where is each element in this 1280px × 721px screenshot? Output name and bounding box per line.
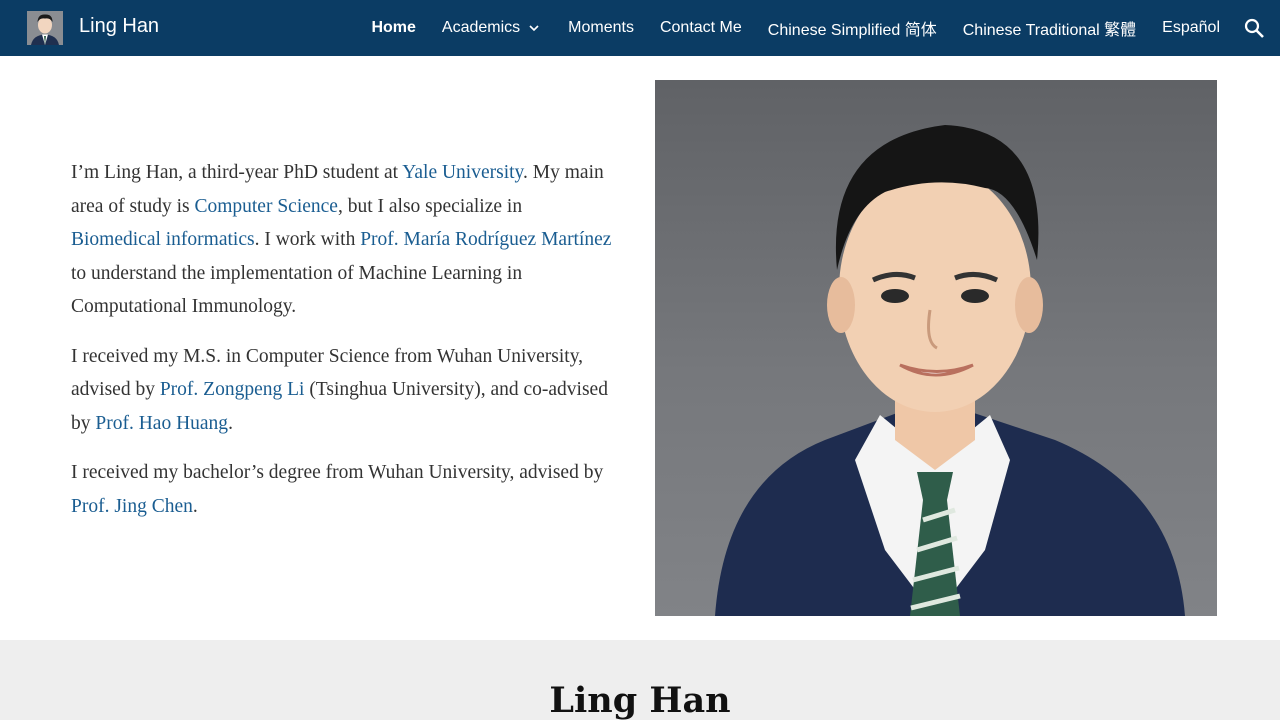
nav-contact-me-label: Contact Me: [659, 19, 742, 36]
intro-text: I received my bachelor’s degree from Wuh…: [71, 462, 604, 483]
nav-contact-me[interactable]: Contact Me: [660, 19, 742, 37]
link-prof-zongpeng-li[interactable]: Prof. Zongpeng Li: [160, 379, 305, 400]
nav-chinese-simplified[interactable]: Chinese Simplified 简体: [768, 16, 937, 40]
profile-photo: [655, 80, 1217, 616]
intro-paragraph-1: I’m Ling Han, a third-year PhD student a…: [71, 156, 616, 324]
nav-moments[interactable]: Moments: [568, 19, 634, 37]
intro-text: , but I also specialize in: [337, 195, 523, 217]
nav-espanol-label: Español: [1162, 19, 1220, 36]
nav-chinese-simplified-label: Chinese Simplified 简体: [767, 22, 937, 39]
main-nav: Home Academics Moments Contact Me Chines…: [345, 0, 1220, 56]
footer-title: Ling Han: [549, 680, 731, 721]
link-prof-maria-rodriguez-martinez[interactable]: Prof. María Rodríguez Martínez: [360, 229, 611, 250]
nav-chinese-traditional[interactable]: Chinese Traditional 繁體: [963, 16, 1136, 40]
intro-section: I’m Ling Han, a third-year PhD student a…: [71, 156, 616, 539]
search-icon[interactable]: [1242, 16, 1266, 40]
site-title[interactable]: Ling Han: [79, 15, 159, 38]
intro-text: I’m Ling Han, a third-year PhD student a…: [71, 162, 403, 183]
intro-paragraph-2: I received my M.S. in Computer Science f…: [71, 340, 616, 441]
intro-text: to understand the implementation of Mach…: [71, 262, 523, 318]
nav-academics-label: Academics: [441, 19, 521, 36]
intro-paragraph-3: I received my bachelor’s degree from Wuh…: [71, 456, 616, 523]
intro-text: .: [228, 412, 233, 434]
link-prof-jing-chen[interactable]: Prof. Jing Chen: [71, 496, 193, 517]
chevron-down-icon[interactable]: [526, 20, 542, 36]
nav-chinese-traditional-label: Chinese Traditional 繁體: [962, 22, 1137, 39]
intro-text: .: [192, 495, 198, 517]
nav-academics[interactable]: Academics: [442, 19, 542, 37]
link-yale-university[interactable]: Yale University: [402, 162, 523, 183]
intro-text: . I work with: [254, 229, 361, 250]
nav-moments-label: Moments: [568, 19, 634, 36]
profile-avatar[interactable]: [27, 11, 63, 45]
nav-home-label: Home: [371, 19, 416, 36]
nav-home[interactable]: Home: [371, 19, 415, 37]
top-navigation-bar: Ling Han Home Academics Moments Contact …: [0, 0, 1280, 56]
nav-espanol[interactable]: Español: [1162, 19, 1220, 37]
link-prof-hao-huang[interactable]: Prof. Hao Huang: [95, 413, 228, 434]
link-biomedical-informatics[interactable]: Biomedical informatics: [71, 229, 255, 250]
link-computer-science[interactable]: Computer Science: [194, 196, 338, 217]
